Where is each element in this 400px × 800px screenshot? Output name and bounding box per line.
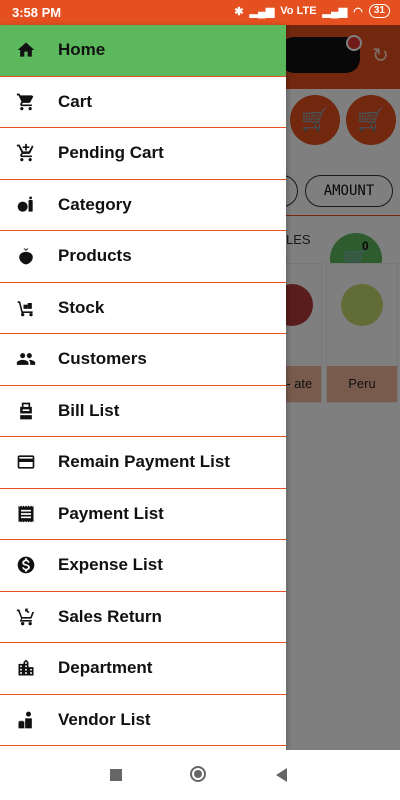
status-time: 3:58 PM [12,5,62,20]
bill-icon [14,399,38,423]
drawer-item-label: Sales Return [58,606,162,626]
category-icon [14,193,38,217]
recents-button[interactable] [110,769,122,781]
drawer-item-label: Bill List [58,400,120,420]
back-button[interactable] [276,768,287,782]
home-button[interactable] [190,766,206,782]
drawer-item-label: Category [58,194,132,214]
system-nav-bar [0,750,400,800]
cart-icon [14,90,38,114]
drawer-item-label: Vendor List [58,709,151,729]
trolley-icon [14,296,38,320]
drawer-item-stock[interactable]: Stock [0,283,286,334]
drawer-item-products[interactable]: Products [0,231,286,283]
drawer-item-cart[interactable]: Cart [0,77,286,128]
signal-icon-2: ▂▄▆ [322,5,348,18]
signal-icon: ▂▄▆ [249,5,275,18]
status-icons: ✱ ▂▄▆ Vo LTE ▂▄▆ ◠ 31 [234,4,390,18]
drawer-item-pending-cart[interactable]: Pending Cart [0,128,286,180]
wifi-icon: ◠ [353,5,363,18]
drawer-item-department[interactable]: Department [0,643,286,695]
drawer-item-label: Stock [58,297,105,317]
network-label: Vo LTE [280,5,317,17]
drawer-item-sales-return[interactable]: Sales Return [0,592,286,643]
drawer-item-label: Pending Cart [58,143,164,163]
drawer-item-label: Expense List [58,555,163,575]
drawer-item-label: Cart [58,91,93,111]
drawer-item-category[interactable]: Category [0,180,286,231]
drawer-item-label: Home [58,40,106,60]
credit-card-icon [14,450,38,474]
drawer-item-customers[interactable]: Customers [0,334,286,386]
return-cart-icon [14,605,38,629]
drawer-item-expense-list[interactable]: Expense List [0,540,286,592]
home-icon [14,38,38,62]
drawer-item-vendor-list[interactable]: Vendor List [0,695,286,746]
drawer-item-payment-list[interactable]: Payment List [0,489,286,540]
status-bar: 3:58 PM ✱ ▂▄▆ Vo LTE ▂▄▆ ◠ 31 [0,0,400,25]
drawer-item-label: Remain Payment List [58,452,230,472]
battery-icon: 31 [368,4,390,18]
dollar-icon [14,553,38,577]
receipt-icon [14,502,38,526]
drawer-item-home[interactable]: Home [0,25,286,77]
building-icon [14,656,38,680]
strawberry-icon [14,244,38,268]
drawer-item-remain-payment-list[interactable]: Remain Payment List [0,437,286,489]
vendor-icon [14,708,38,732]
add-cart-icon [14,141,38,165]
drawer-item-label: Department [58,658,153,678]
people-icon [14,347,38,371]
bluetooth-icon: ✱ [234,5,244,18]
drawer-item-bill-list[interactable]: Bill List [0,386,286,437]
drawer-item-label: Products [58,246,132,266]
drawer-item-label: Customers [58,349,147,369]
navigation-drawer: Home Cart Pending Cart Category Products Stoc… [0,25,286,750]
drawer-item-label: Payment List [58,503,164,523]
